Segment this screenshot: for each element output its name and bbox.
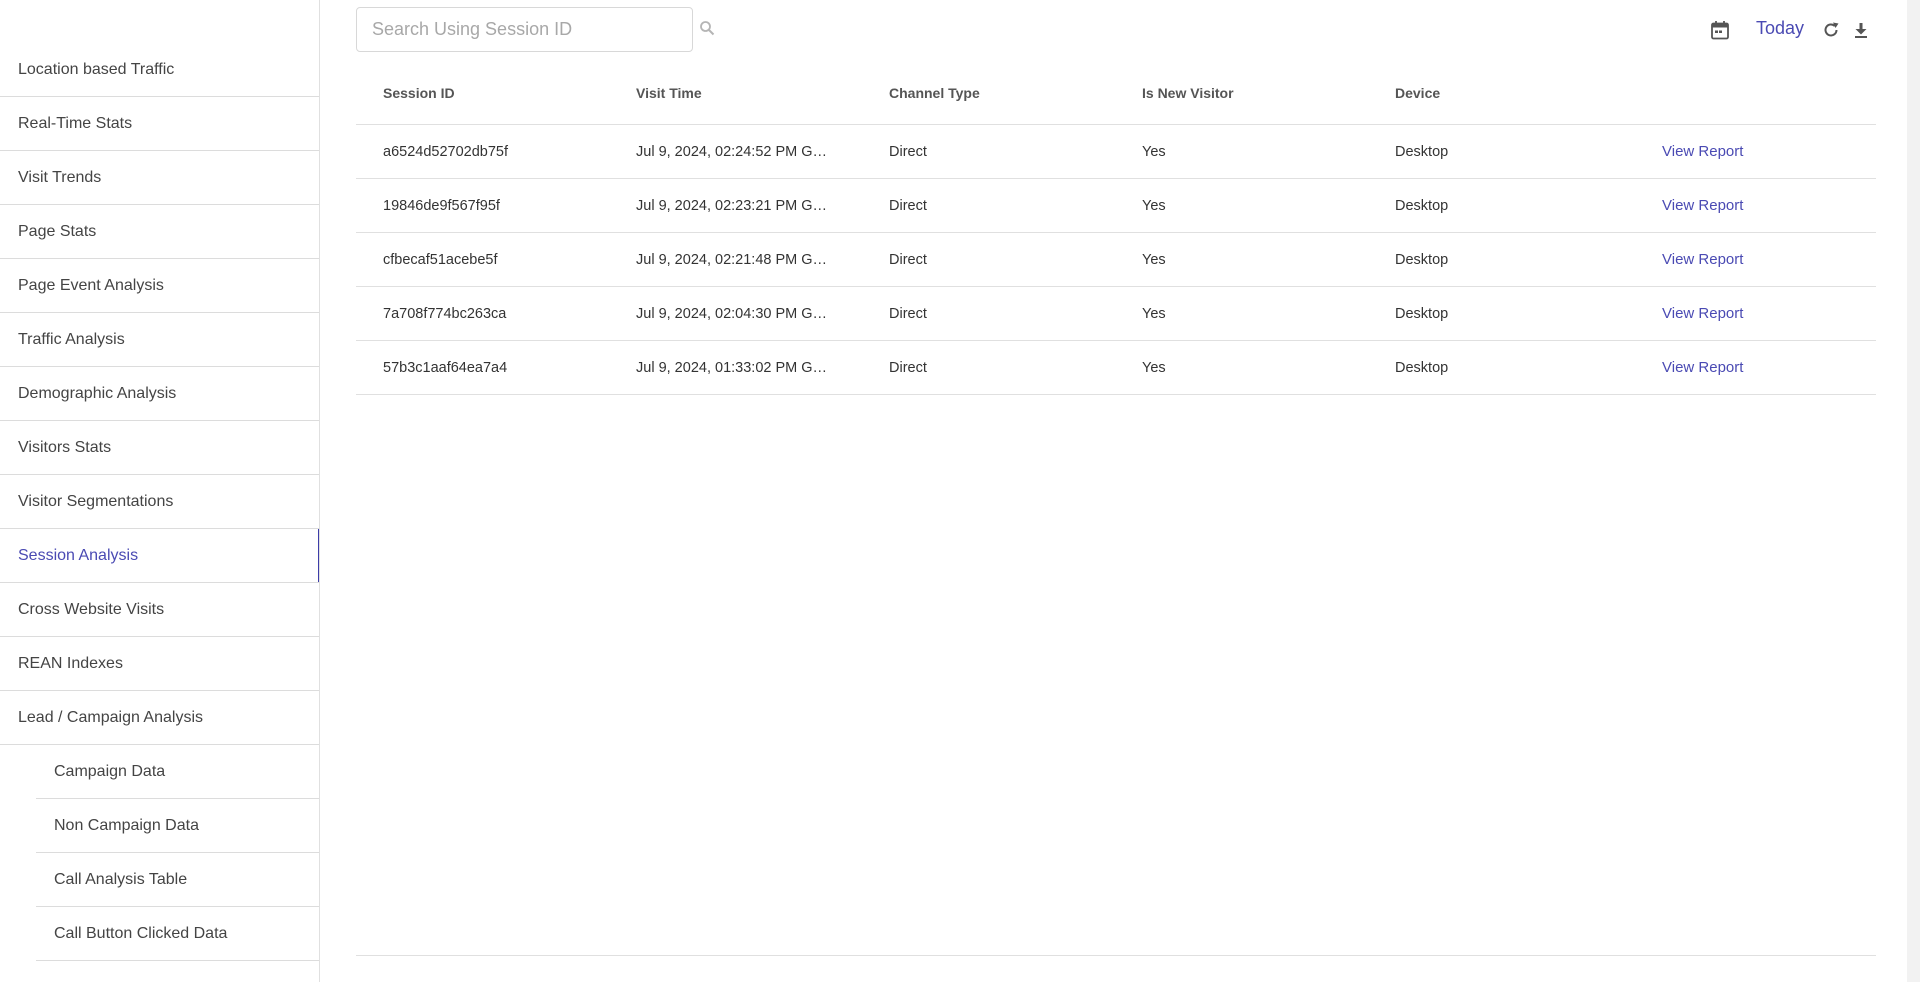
cell-channel-type: Direct (889, 360, 927, 376)
table-row: cfbecaf51acebe5f Jul 9, 2024, 02:21:48 P… (356, 233, 1876, 287)
sidebar-item-lead-campaign-analysis[interactable]: Lead / Campaign Analysis (0, 691, 319, 745)
cell-visit-time: Jul 9, 2024, 02:21:48 PM GM... (636, 252, 832, 268)
view-report-link[interactable]: View Report (1662, 305, 1743, 322)
cell-channel-type: Direct (889, 252, 927, 268)
sidebar-list: Location based Traffic Real-Time Stats V… (0, 43, 319, 961)
sidebar-item-session-analysis[interactable]: Session Analysis (0, 529, 319, 583)
sidebar-item-cross-website-visits[interactable]: Cross Website Visits (0, 583, 319, 637)
cell-channel-type: Direct (889, 306, 927, 322)
cell-visit-time: Jul 9, 2024, 01:33:02 PM GM... (636, 360, 832, 376)
column-header-is-new-visitor[interactable]: Is New Visitor (1142, 70, 1342, 125)
cell-session-id: cfbecaf51acebe5f (383, 252, 498, 268)
sidebar-item-real-time-stats[interactable]: Real-Time Stats (0, 97, 319, 151)
cell-channel-type: Direct (889, 144, 927, 160)
download-icon[interactable] (1851, 20, 1871, 40)
sidebar-subitem-campaign-data[interactable]: Campaign Data (36, 745, 319, 799)
page-scrollbar[interactable] (1907, 0, 1920, 982)
cell-session-id: a6524d52702db75f (383, 144, 508, 160)
sidebar-subitem-call-button-clicked-data[interactable]: Call Button Clicked Data (36, 907, 319, 961)
refresh-icon[interactable] (1821, 20, 1841, 40)
cell-session-id: 19846de9f567f95f (383, 198, 500, 214)
sidebar-item-rean-indexes[interactable]: REAN Indexes (0, 637, 319, 691)
cell-new-visitor: Yes (1142, 252, 1166, 268)
sidebar: Location based Traffic Real-Time Stats V… (0, 0, 320, 982)
cell-new-visitor: Yes (1142, 144, 1166, 160)
cell-visit-time: Jul 9, 2024, 02:04:30 PM GM... (636, 306, 832, 322)
cell-visit-time: Jul 9, 2024, 02:24:52 PM GM... (636, 144, 832, 160)
cell-device: Desktop (1395, 252, 1449, 268)
table-row: 57b3c1aaf64ea7a4 Jul 9, 2024, 01:33:02 P… (356, 341, 1876, 395)
search-box (356, 7, 693, 52)
cell-device: Desktop (1395, 306, 1449, 322)
table-row: a6524d52702db75f Jul 9, 2024, 02:24:52 P… (356, 125, 1876, 179)
table-row: 19846de9f567f95f Jul 9, 2024, 02:23:21 P… (356, 179, 1876, 233)
date-range-button[interactable]: Today (1756, 18, 1804, 39)
sidebar-item-visit-trends[interactable]: Visit Trends (0, 151, 319, 205)
calendar-icon[interactable] (1709, 19, 1731, 41)
sidebar-subitem-non-campaign-data[interactable]: Non Campaign Data (36, 799, 319, 853)
sidebar-subitem-call-analysis-table[interactable]: Call Analysis Table (36, 853, 319, 907)
view-report-link[interactable]: View Report (1662, 359, 1743, 376)
sidebar-item-visitor-segmentations[interactable]: Visitor Segmentations (0, 475, 319, 529)
pagination-divider (356, 955, 1876, 956)
table-header: Session ID Visit Time Channel Type Is Ne… (356, 70, 1876, 125)
column-header-session-id[interactable]: Session ID (383, 70, 613, 125)
cell-session-id: 7a708f774bc263ca (383, 306, 507, 322)
view-report-link[interactable]: View Report (1662, 251, 1743, 268)
view-report-link[interactable]: View Report (1662, 143, 1743, 160)
cell-channel-type: Direct (889, 198, 927, 214)
sidebar-item-traffic-analysis[interactable]: Traffic Analysis (0, 313, 319, 367)
cell-new-visitor: Yes (1142, 306, 1166, 322)
sidebar-item-visitors-stats[interactable]: Visitors Stats (0, 421, 319, 475)
cell-visit-time: Jul 9, 2024, 02:23:21 PM GM... (636, 198, 832, 214)
cell-session-id: 57b3c1aaf64ea7a4 (383, 360, 508, 376)
search-icon[interactable] (699, 20, 715, 36)
cell-new-visitor: Yes (1142, 360, 1166, 376)
view-report-link[interactable]: View Report (1662, 197, 1743, 214)
sidebar-item-page-stats[interactable]: Page Stats (0, 205, 319, 259)
column-header-device[interactable]: Device (1395, 70, 1595, 125)
sidebar-item-location-based-traffic[interactable]: Location based Traffic (0, 43, 319, 97)
cell-device: Desktop (1395, 360, 1449, 376)
sessions-table: Session ID Visit Time Channel Type Is Ne… (356, 70, 1876, 395)
sidebar-item-page-event-analysis[interactable]: Page Event Analysis (0, 259, 319, 313)
app-root: Location based Traffic Real-Time Stats V… (0, 0, 1920, 982)
cell-new-visitor: Yes (1142, 198, 1166, 214)
sidebar-item-demographic-analysis[interactable]: Demographic Analysis (0, 367, 319, 421)
search-input[interactable] (357, 8, 692, 51)
cell-device: Desktop (1395, 198, 1449, 214)
column-header-visit-time[interactable]: Visit Time (636, 70, 832, 125)
column-header-channel-type[interactable]: Channel Type (889, 70, 1089, 125)
main-content: Today Session ID Visit Time Channel Typ (356, 0, 1876, 982)
cell-device: Desktop (1395, 144, 1449, 160)
table-row: 7a708f774bc263ca Jul 9, 2024, 02:04:30 P… (356, 287, 1876, 341)
